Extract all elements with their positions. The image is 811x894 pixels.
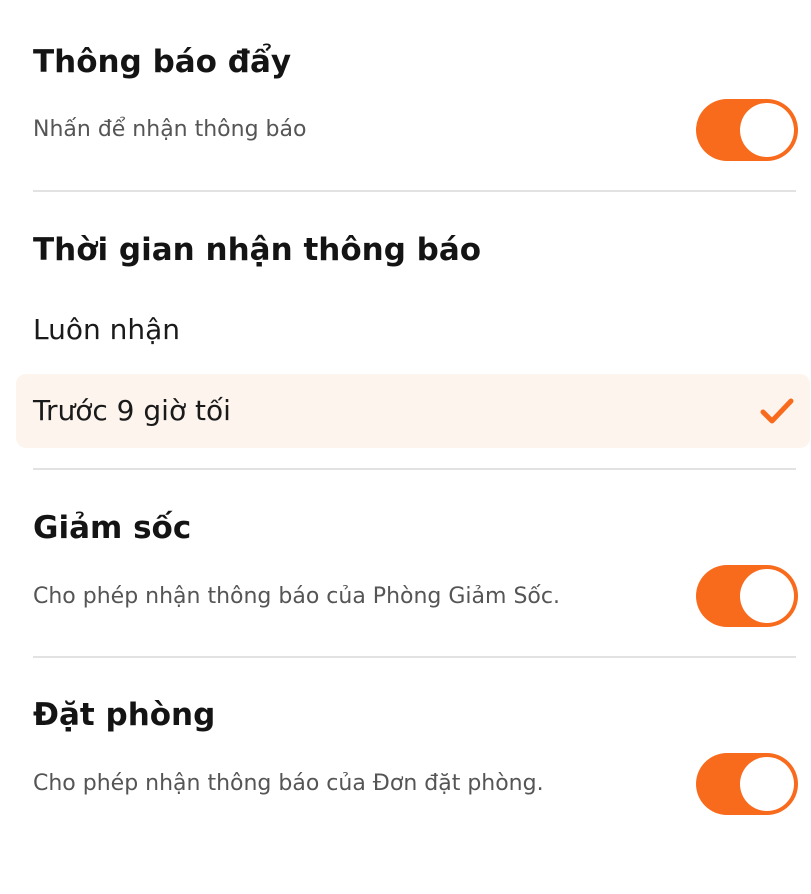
booking-title: Đặt phòng [33, 697, 216, 733]
push-notifications-subtitle: Nhấn để nhận thông báo [33, 117, 307, 142]
toggle-knob [740, 757, 794, 811]
option-always[interactable]: Luôn nhận [16, 293, 810, 367]
toggle-knob [740, 103, 794, 157]
shock-deals-toggle[interactable] [696, 565, 798, 627]
push-notifications-title: Thông báo đẩy [33, 44, 292, 80]
notification-time-title: Thời gian nhận thông báo [33, 232, 482, 268]
push-notifications-section: Thông báo đẩy Nhấn để nhận thông báo [0, 0, 811, 190]
booking-toggle[interactable] [696, 753, 798, 815]
booking-section: Đặt phòng Cho phép nhận thông báo của Đơ… [0, 658, 811, 858]
option-before-9pm-label: Trước 9 giờ tối [33, 394, 231, 427]
shock-deals-subtitle: Cho phép nhận thông báo của Phòng Giảm S… [33, 584, 560, 609]
shock-deals-section: Giảm sốc Cho phép nhận thông báo của Phò… [0, 470, 811, 656]
shock-deals-title: Giảm sốc [33, 510, 192, 546]
booking-subtitle: Cho phép nhận thông báo của Đơn đặt phòn… [33, 771, 544, 796]
checkmark-icon [760, 398, 794, 424]
option-before-9pm[interactable]: Trước 9 giờ tối [16, 374, 810, 448]
toggle-knob [740, 569, 794, 623]
option-always-label: Luôn nhận [33, 313, 181, 346]
push-notifications-toggle[interactable] [696, 99, 798, 161]
notification-time-section: Thời gian nhận thông báo Luôn nhận Trước… [0, 192, 811, 468]
